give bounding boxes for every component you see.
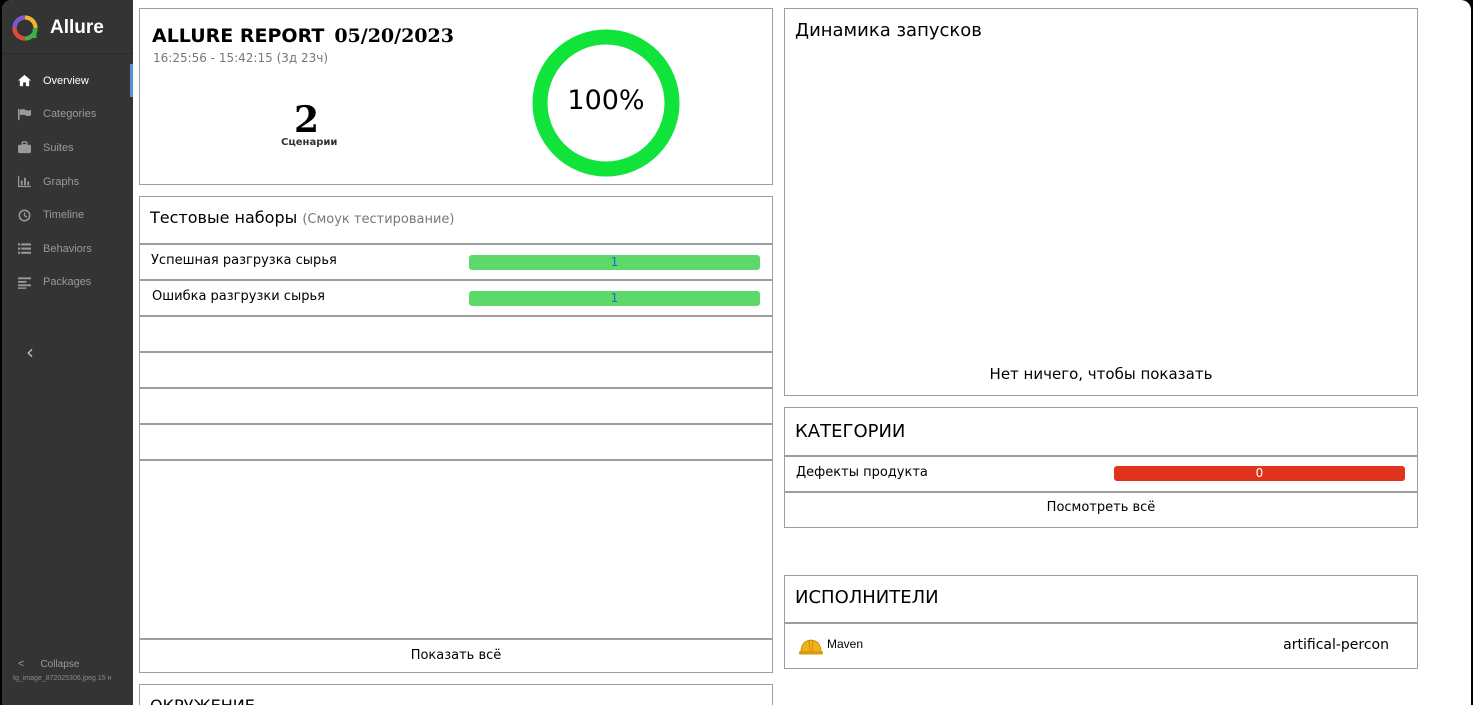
environment-widget: ОКРУЖЕНИЕ <box>139 684 773 705</box>
home-icon <box>16 74 32 88</box>
scenario-count: 2 <box>294 99 320 141</box>
suites-title: Тестовые наборы <box>150 208 298 227</box>
report-time-range: 16:25:56 - 15:42:15 (3д 23ч) <box>153 51 329 65</box>
row-divider <box>140 638 772 640</box>
allure-logo-icon <box>12 15 38 41</box>
suite-passed-bar[interactable]: 1 <box>469 255 760 270</box>
summary-widget: ALLURE REPORT 05/20/2023 16:25:56 - 15:42… <box>139 8 773 185</box>
sidebar-item-overview[interactable]: Overview <box>2 64 133 98</box>
sidebar-divider <box>2 53 133 54</box>
row-divider <box>785 622 1417 624</box>
collapse-button[interactable]: < Collapse <box>18 658 79 670</box>
sidebar-item-label: Categories <box>43 108 97 121</box>
suite-name: Ошибка разгрузки сырья <box>152 289 325 304</box>
executors-widget: ИСПОЛНИТЕЛИ Maven artifical-percon <box>784 575 1418 669</box>
sidebar-item-packages[interactable]: Packages <box>2 266 133 300</box>
categories-title: КАТЕГОРИИ <box>795 421 906 442</box>
trend-widget: Динамика запусков Нет ничего, чтобы пока… <box>784 8 1418 396</box>
maven-hardhat-icon <box>799 639 823 655</box>
sidebar-item-timeline[interactable]: Timeline <box>2 198 133 232</box>
suites-subtitle: (Смоук тестирование) <box>302 212 455 227</box>
sidebar-item-suites[interactable]: Suites <box>2 131 133 165</box>
row-divider <box>140 279 772 281</box>
chevron-left-icon: < <box>18 658 25 670</box>
show-all-categories-link[interactable]: Посмотреть всё <box>785 500 1417 515</box>
scenario-count-label: Сценарии <box>281 137 338 148</box>
bar-chart-icon <box>16 175 32 189</box>
align-left-icon <box>16 275 32 289</box>
environment-title: ОКРУЖЕНИЕ <box>150 696 255 705</box>
executor-build-name[interactable]: artifical-percon <box>1283 637 1389 653</box>
executors-title: ИСПОЛНИТЕЛИ <box>795 587 939 608</box>
expand-sidebar-chevron-icon[interactable]: ‹ <box>26 340 34 364</box>
briefcase-icon <box>16 141 32 155</box>
suite-passed-bar[interactable]: 1 <box>469 291 760 306</box>
category-name: Дефекты продукта <box>796 465 928 480</box>
sidebar-nav: Overview Categories Suites Graphs Timeli… <box>2 64 133 299</box>
row-divider <box>140 315 772 317</box>
row-divider <box>785 491 1417 493</box>
sidebar-item-label: Overview <box>43 74 89 87</box>
report-date: 05/20/2023 <box>334 25 454 47</box>
app-name: Allure <box>50 17 104 38</box>
report-title-label: ALLURE REPORT <box>152 25 325 47</box>
collapse-label: Collapse <box>40 658 80 670</box>
row-divider <box>785 455 1417 457</box>
row-divider <box>140 459 772 461</box>
sidebar-item-label: Graphs <box>43 175 80 188</box>
clock-icon <box>16 208 32 222</box>
trend-title: Динамика запусков <box>795 20 982 41</box>
file-name-overlay: tg_image_872025306.jpeg 15 н <box>13 675 112 682</box>
executor-name: Maven <box>827 637 864 651</box>
sidebar-item-label: Behaviors <box>43 242 92 255</box>
sidebar: Allure Overview Categories Suites Graphs… <box>2 0 133 705</box>
app-logo[interactable]: Allure <box>12 13 104 43</box>
category-count-bar[interactable]: 0 <box>1114 466 1405 481</box>
suites-widget: Тестовые наборы (Смоук тестирование) Усп… <box>139 196 773 673</box>
suite-name: Успешная разгрузка сырья <box>151 253 337 268</box>
list-icon <box>16 242 32 256</box>
sidebar-item-graphs[interactable]: Graphs <box>2 165 133 199</box>
flag-icon <box>16 107 32 121</box>
show-all-suites-link[interactable]: Показать всё <box>140 648 772 663</box>
report-title: ALLURE REPORT 05/20/2023 <box>152 25 454 47</box>
allure-report-window: Allure Overview Categories Suites Graphs… <box>2 0 1471 705</box>
row-divider <box>140 243 772 245</box>
suites-header: Тестовые наборы (Смоук тестирование) <box>150 208 455 227</box>
sidebar-item-label: Timeline <box>43 209 85 222</box>
sidebar-item-label: Packages <box>43 276 92 289</box>
sidebar-item-behaviors[interactable]: Behaviors <box>2 232 133 266</box>
success-rate-percent: 100% <box>567 85 645 116</box>
row-divider <box>140 423 772 425</box>
row-divider <box>140 387 772 389</box>
categories-widget: КАТЕГОРИИ Дефекты продукта 0 Посмотреть … <box>784 407 1418 528</box>
row-divider <box>140 351 772 353</box>
sidebar-item-label: Suites <box>43 141 74 154</box>
trend-empty-message: Нет ничего, чтобы показать <box>989 365 1213 383</box>
sidebar-item-categories[interactable]: Categories <box>2 98 133 132</box>
